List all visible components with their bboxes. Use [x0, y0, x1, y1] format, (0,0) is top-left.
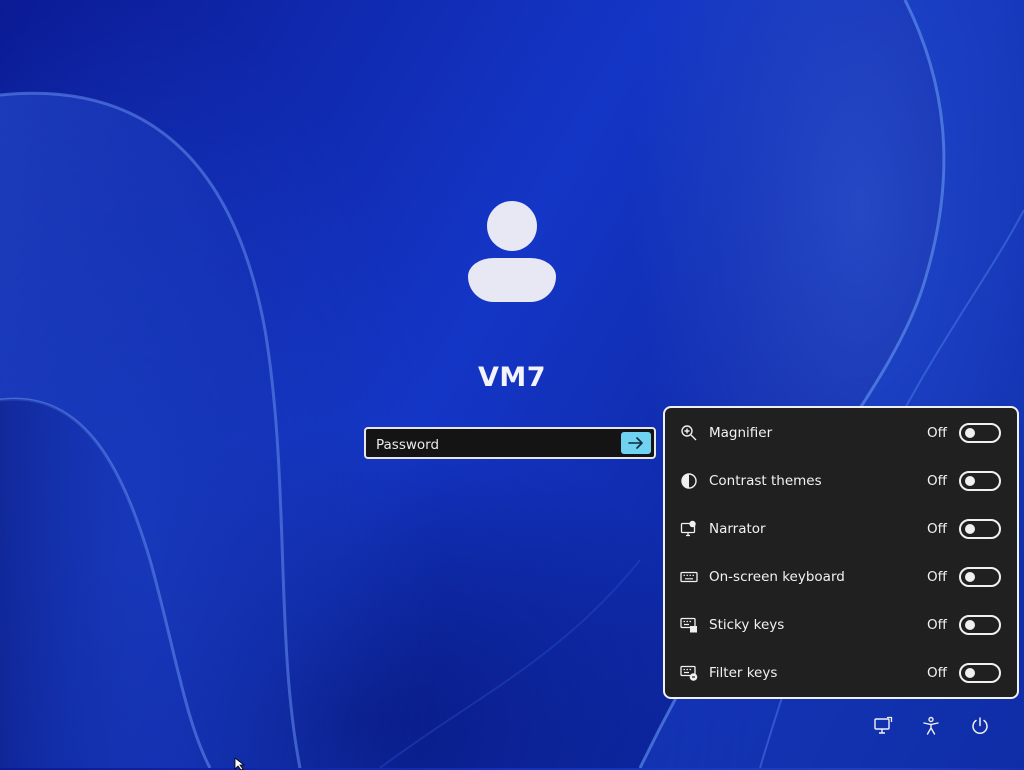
accessibility-icon: [923, 716, 939, 735]
mouse-cursor-icon: [234, 758, 246, 770]
row-filter-keys[interactable]: Filter keys Off: [665, 650, 1017, 698]
power-button[interactable]: [968, 714, 992, 738]
avatar-head: [487, 201, 537, 251]
magnifier-toggle[interactable]: [959, 423, 1001, 443]
row-contrast-themes[interactable]: Contrast themes Off: [665, 458, 1017, 506]
accessibility-flyout: Magnifier Off Contrast themes Off Narrat…: [663, 406, 1019, 699]
contrast-themes-label: Contrast themes: [709, 473, 822, 489]
on-screen-keyboard-toggle[interactable]: [959, 567, 1001, 587]
row-on-screen-keyboard[interactable]: On-screen keyboard Off: [665, 554, 1017, 602]
password-input[interactable]: [374, 434, 623, 456]
narrator-label: Narrator: [709, 521, 766, 537]
on-screen-keyboard-state: Off: [927, 569, 947, 585]
filter-keys-label: Filter keys: [709, 665, 778, 681]
sticky-keys-label: Sticky keys: [709, 617, 785, 633]
sticky-keys-toggle[interactable]: [959, 615, 1001, 635]
row-magnifier[interactable]: Magnifier Off: [665, 410, 1017, 458]
password-box: [364, 427, 656, 459]
magnifier-state: Off: [927, 425, 947, 441]
network-icon: [874, 716, 893, 734]
narrator-state: Off: [927, 521, 947, 537]
user-avatar: [468, 201, 556, 302]
filter-keys-toggle[interactable]: [959, 663, 1001, 683]
accessibility-button[interactable]: [919, 714, 943, 738]
row-sticky-keys[interactable]: Sticky keys Off: [665, 602, 1017, 650]
network-button[interactable]: [871, 714, 895, 738]
magnifier-label: Magnifier: [709, 425, 773, 441]
submit-button[interactable]: [621, 432, 651, 454]
keyboard-icon: [680, 571, 698, 583]
magnifier-icon: [681, 425, 697, 441]
contrast-icon: [681, 473, 697, 489]
contrast-themes-state: Off: [927, 473, 947, 489]
sticky-keys-icon: [680, 617, 697, 633]
avatar-body: [468, 258, 556, 302]
sticky-keys-state: Off: [927, 617, 947, 633]
user-name: VM7: [477, 362, 547, 393]
narrator-icon: [680, 520, 696, 537]
filter-keys-state: Off: [927, 665, 947, 681]
on-screen-keyboard-label: On-screen keyboard: [709, 569, 845, 585]
filter-keys-icon: [680, 665, 698, 681]
row-narrator[interactable]: Narrator Off: [665, 506, 1017, 554]
narrator-toggle[interactable]: [959, 519, 1001, 539]
arrow-right-icon: [628, 437, 643, 449]
contrast-themes-toggle[interactable]: [959, 471, 1001, 491]
power-icon: [972, 717, 988, 734]
